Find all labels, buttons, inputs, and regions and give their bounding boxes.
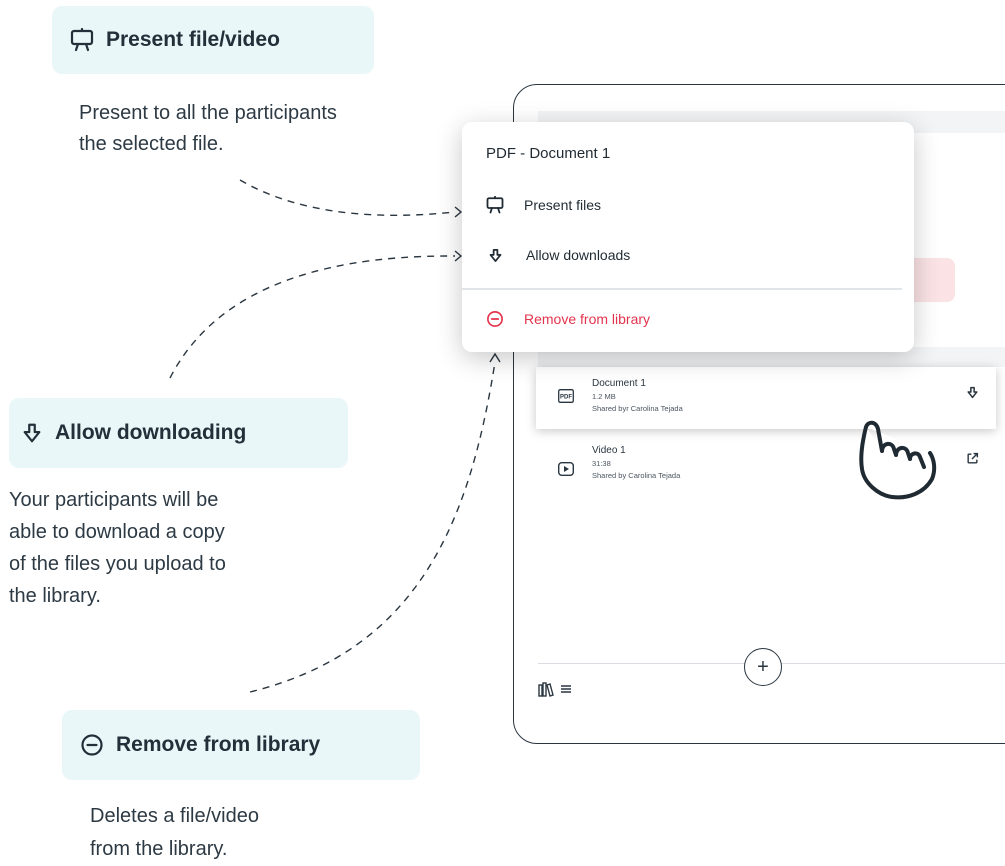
file-context-menu: PDF - Document 1 Present files Allow dow… [462,122,914,352]
download-desc-line: able to download a copy [9,521,225,543]
minus-circle-icon [81,734,103,756]
present-callout-title: Present file/video [106,28,280,51]
file-info: Video 1 31:38 Shared by Carolina Tejada [592,444,680,482]
download-arrow-icon [489,248,502,262]
download-arrow-line [169,255,456,379]
play-icon [558,462,574,476]
minus-circle-icon [487,311,503,327]
present-desc-line: Present to all the participants [79,102,337,124]
remove-callout-title: Remove from library [116,733,321,756]
remove-callout: Remove from library [62,710,420,780]
download-desc-line: of the files you upload to [9,553,226,575]
file-name: Video 1 [592,445,626,456]
menu-title: PDF - Document 1 [486,145,611,162]
download-description: Your participants will be able to downlo… [9,484,226,612]
file-shared-by: Shared byr Carolina Tejada [592,404,683,413]
pdf-icon: PDF [558,389,574,403]
file-size: 1.2 MB [592,392,616,401]
file-name: Document 1 [592,378,646,389]
download-callout: Allow downloading [9,398,348,468]
add-file-button[interactable]: + [744,648,782,686]
present-arrowhead [454,206,463,218]
menu-item-remove-from-library[interactable]: Remove from library [486,310,650,328]
menu-divider [462,288,902,290]
download-desc-line: Your participants will be [9,489,219,511]
menu-item-label: Allow downloads [526,247,631,263]
remove-description: Deletes a file/video from the library. [90,800,259,866]
hand-pointer-icon [859,420,937,500]
download-desc-line: the library. [9,585,101,607]
bottom-toolbar [538,681,572,697]
remove-desc-line: from the library. [90,838,228,860]
download-arrowhead [454,250,463,262]
list-menu-icon[interactable] [560,683,572,695]
file-shared-by: Shared by Carolina Tejada [592,471,681,480]
menu-item-present-files[interactable]: Present files [486,196,601,214]
presentation-icon [486,196,504,214]
presentation-icon [70,28,94,52]
menu-item-label: Remove from library [524,311,651,327]
download-arrow-icon [23,423,41,443]
present-desc-line: the selected file. [79,133,224,155]
present-callout: Present file/video [52,6,374,74]
library-icon[interactable] [538,681,554,697]
menu-item-label: Present files [524,197,602,213]
external-link-icon[interactable] [966,452,979,465]
svg-text:PDF: PDF [560,395,572,401]
menu-item-allow-downloads[interactable]: Allow downloads [486,247,630,263]
file-size: 31:38 [592,459,611,468]
remove-desc-line: Deletes a file/video [90,805,259,827]
present-arrow-line [239,179,456,216]
file-info: Document 1 1.2 MB Shared byr Carolina Te… [592,377,683,415]
present-description: Present to all the participants the sele… [79,98,337,160]
remove-arrowhead [489,352,501,363]
download-arrow-icon[interactable] [966,386,979,399]
download-callout-title: Allow downloading [55,421,247,444]
